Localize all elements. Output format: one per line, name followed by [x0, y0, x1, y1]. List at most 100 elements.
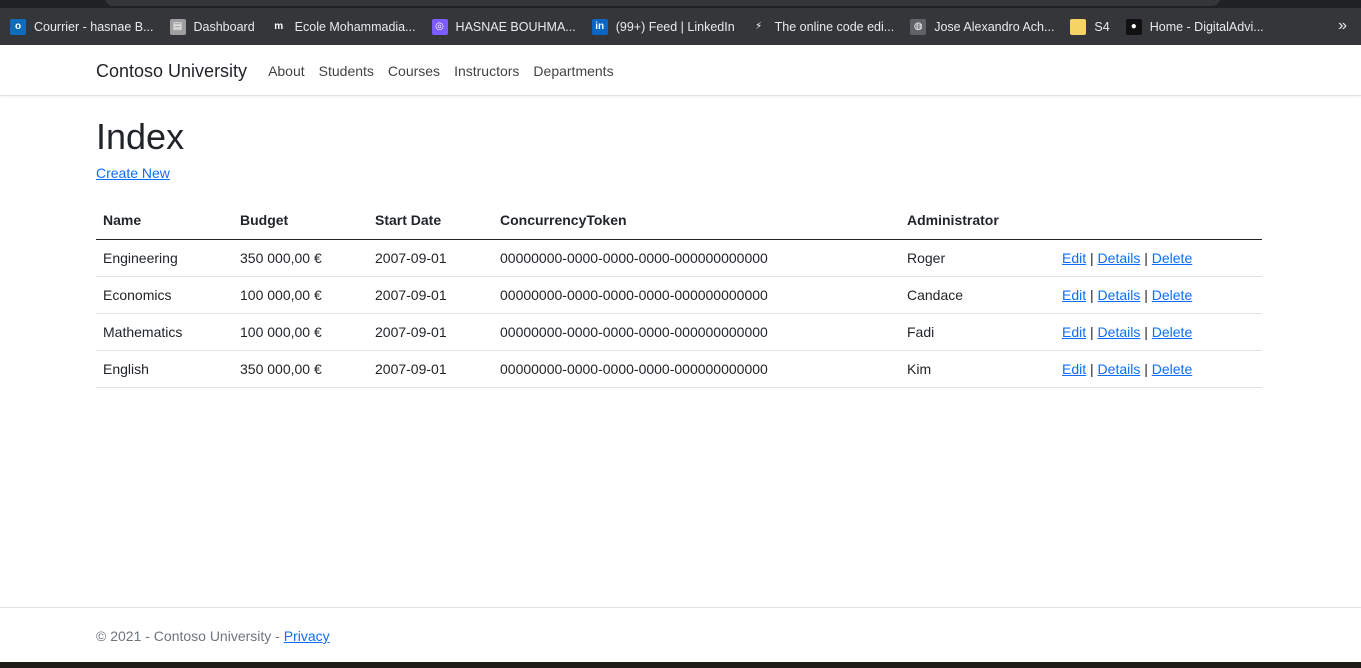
- page-title: Index: [96, 116, 185, 157]
- bookmark-item[interactable]: ◍ Jose Alexandro Ach...: [910, 18, 1055, 35]
- table-header-row: Name Budget Start Date ConcurrencyToken …: [96, 203, 1262, 240]
- bookmark-label: Home - DigitalAdvi...: [1149, 19, 1264, 34]
- cell-administrator: Fadi: [900, 313, 1055, 351]
- cell-start-date: 2007-09-01: [368, 350, 493, 388]
- bookmark-item[interactable]: ⚡ The online code edi...: [750, 18, 895, 35]
- bookmark-label: Dashboard: [193, 19, 255, 34]
- cell-start-date: 2007-09-01: [368, 239, 493, 277]
- delete-link[interactable]: Delete: [1152, 361, 1192, 377]
- bookmark-item[interactable]: ▤ Dashboard: [169, 18, 255, 35]
- nav-instructors[interactable]: Instructors: [454, 63, 519, 79]
- main-content: Index Create New Name Budget Start Date …: [0, 115, 1262, 388]
- edit-link[interactable]: Edit: [1062, 361, 1086, 377]
- bookmark-label: S4: [1094, 19, 1110, 34]
- footer-copyright: © 2021 - Contoso University -: [96, 628, 284, 644]
- cell-budget: 350 000,00 €: [233, 350, 368, 388]
- nav-about[interactable]: About: [268, 63, 305, 79]
- bookmark-label: HASNAE BOUHMA...: [455, 19, 576, 34]
- bookmarks-overflow-icon[interactable]: »: [1338, 17, 1347, 35]
- table-row: English 350 000,00 €2007-09-01 00000000-00…: [96, 350, 1262, 388]
- create-new-link[interactable]: Create New: [96, 165, 170, 181]
- hub-icon: ◎: [431, 18, 448, 35]
- cell-actions: Edit | Details | Delete: [1055, 313, 1262, 351]
- dashboard-icon: ▤: [169, 18, 186, 35]
- table-row: Engineering 350 000,00 €2007-09-01 0000000…: [96, 239, 1262, 277]
- cell-budget: 350 000,00 €: [233, 239, 368, 277]
- action-separator: |: [1144, 360, 1148, 377]
- app-navbar: Contoso University About Students Course…: [0, 45, 1361, 96]
- linkedin-icon: in: [591, 18, 608, 35]
- bookmark-item[interactable]: m Ecole Mohammadia...: [270, 18, 416, 35]
- cell-administrator: Candace: [900, 276, 1055, 314]
- departments-table: Name Budget Start Date ConcurrencyToken …: [96, 203, 1262, 388]
- bookmark-label: Ecole Mohammadia...: [294, 19, 416, 34]
- action-separator: |: [1144, 249, 1148, 266]
- taskbar-strip: [0, 662, 1361, 668]
- bookmark-item[interactable]: ● Home - DigitalAdvi...: [1125, 18, 1264, 35]
- delete-link[interactable]: Delete: [1152, 250, 1192, 266]
- cell-concurrency-token: 00000000-0000-0000-0000-000000000000: [493, 350, 900, 388]
- cell-concurrency-token: 00000000-0000-0000-0000-000000000000: [493, 276, 900, 314]
- globe-icon: ◍: [910, 18, 927, 35]
- bookmark-label: The online code edi...: [774, 19, 895, 34]
- details-link[interactable]: Details: [1098, 361, 1141, 377]
- cell-actions: Edit | Details | Delete: [1055, 276, 1262, 314]
- delete-link[interactable]: Delete: [1152, 324, 1192, 340]
- browser-top-bar: [0, 0, 1361, 8]
- edit-link[interactable]: Edit: [1062, 324, 1086, 340]
- action-separator: |: [1090, 249, 1094, 266]
- folder-icon: [1070, 18, 1087, 35]
- action-separator: |: [1090, 323, 1094, 340]
- cell-budget: 100 000,00 €: [233, 276, 368, 314]
- delete-link[interactable]: Delete: [1152, 287, 1192, 303]
- header-administrator: Administrator: [900, 203, 1055, 240]
- header-concurrency-token: ConcurrencyToken: [493, 203, 900, 240]
- cell-start-date: 2007-09-01: [368, 276, 493, 314]
- details-link[interactable]: Details: [1098, 250, 1141, 266]
- privacy-link[interactable]: Privacy: [284, 628, 330, 644]
- cell-name: Engineering: [96, 239, 233, 277]
- bookmark-label: (99+) Feed | LinkedIn: [615, 19, 735, 34]
- moodle-icon: m: [270, 18, 287, 35]
- lightning-icon: ⚡: [750, 18, 767, 35]
- cell-concurrency-token: 00000000-0000-0000-0000-000000000000: [493, 313, 900, 351]
- edit-link[interactable]: Edit: [1062, 287, 1086, 303]
- bookmark-item[interactable]: S4: [1070, 18, 1110, 35]
- cell-concurrency-token: 00000000-0000-0000-0000-000000000000: [493, 239, 900, 277]
- action-separator: |: [1090, 286, 1094, 303]
- action-separator: |: [1144, 286, 1148, 303]
- nav-courses[interactable]: Courses: [388, 63, 440, 79]
- cell-start-date: 2007-09-01: [368, 313, 493, 351]
- cell-budget: 100 000,00 €: [233, 313, 368, 351]
- nav-students[interactable]: Students: [319, 63, 374, 79]
- header-actions: [1055, 203, 1262, 240]
- edit-link[interactable]: Edit: [1062, 250, 1086, 266]
- table-row: Mathematics 100 000,00 €2007-09-01 0000000…: [96, 313, 1262, 351]
- cell-name: Economics: [96, 276, 233, 314]
- bookmark-item[interactable]: in (99+) Feed | LinkedIn: [591, 18, 735, 35]
- action-separator: |: [1090, 360, 1094, 377]
- action-separator: |: [1144, 323, 1148, 340]
- cell-actions: Edit | Details | Delete: [1055, 350, 1262, 388]
- bookmark-item[interactable]: ◎ HASNAE BOUHMA...: [431, 18, 576, 35]
- details-link[interactable]: Details: [1098, 287, 1141, 303]
- bookmarks-bar: o Courrier - hasnae B... ▤ Dashboard m Ecole …: [0, 8, 1361, 45]
- details-link[interactable]: Details: [1098, 324, 1141, 340]
- header-budget: Budget: [233, 203, 368, 240]
- cell-name: Mathematics: [96, 313, 233, 351]
- footer: © 2021 - Contoso University - Privacy: [0, 607, 1361, 662]
- brand-link[interactable]: Contoso University: [96, 61, 247, 82]
- bookmark-item[interactable]: o Courrier - hasnae B...: [10, 18, 154, 35]
- cell-actions: Edit | Details | Delete: [1055, 239, 1262, 277]
- cell-administrator: Roger: [900, 239, 1055, 277]
- digital-icon: ●: [1125, 18, 1142, 35]
- address-bar[interactable]: [105, 0, 1220, 6]
- header-name: Name: [96, 203, 233, 240]
- header-start-date: Start Date: [368, 203, 493, 240]
- nav-departments[interactable]: Departments: [533, 63, 613, 79]
- outlook-icon: o: [10, 18, 26, 35]
- cell-name: English: [96, 350, 233, 388]
- bookmark-label: Jose Alexandro Ach...: [934, 19, 1055, 34]
- bookmark-label: Courrier - hasnae B...: [34, 19, 154, 34]
- cell-administrator: Kim: [900, 350, 1055, 388]
